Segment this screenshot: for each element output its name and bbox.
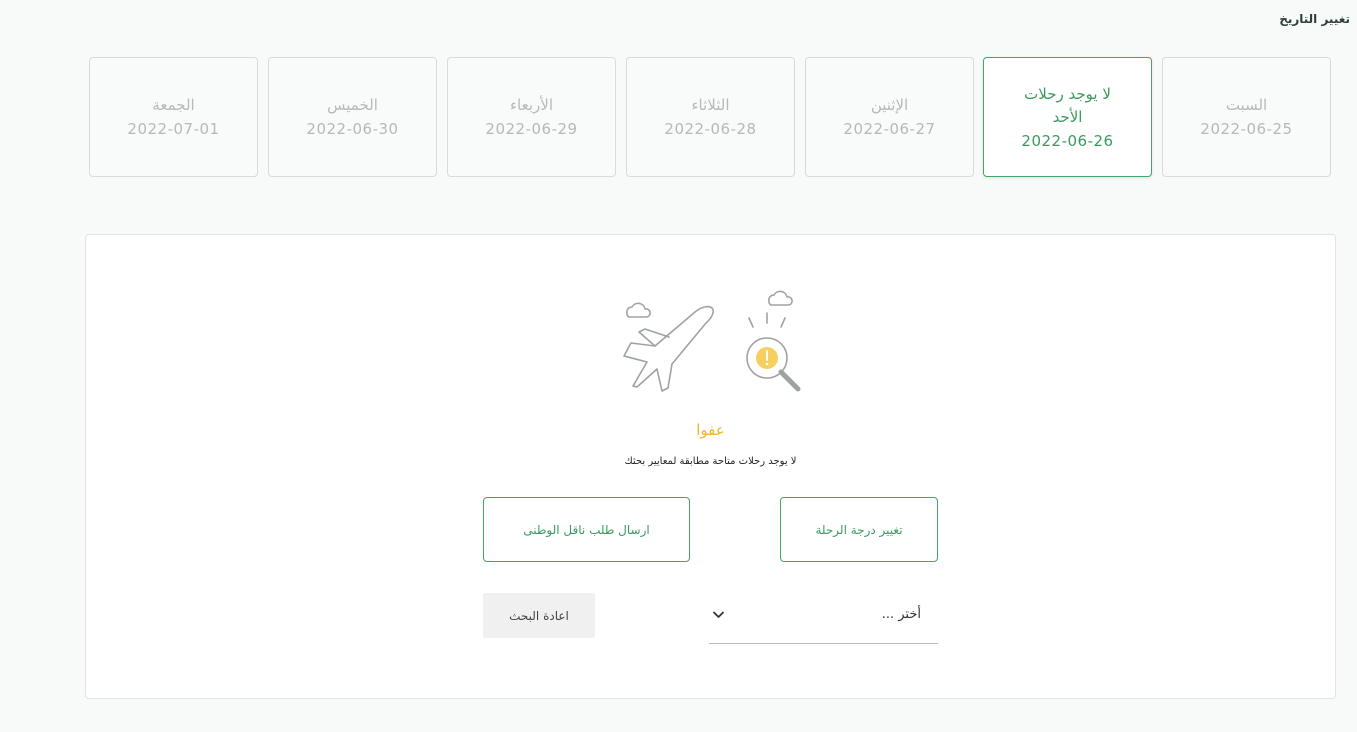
- page: تغيير التاريخ السبت 2022-06-25 لا يوجد ر…: [0, 0, 1357, 732]
- date-strip: السبت 2022-06-25 لا يوجد رحلات الأحد 202…: [89, 57, 1331, 178]
- plane-search-warning-icon: [623, 290, 801, 392]
- change-class-button[interactable]: تغيير درجة الرحلة: [780, 497, 938, 562]
- day-date: 2022-06-29: [485, 119, 578, 138]
- change-date-title: تغيير التاريخ: [1279, 12, 1350, 26]
- day-date: 2022-06-25: [1200, 119, 1293, 138]
- day-name: الثلاثاء: [691, 95, 730, 114]
- day-name: الإثنين: [870, 95, 909, 114]
- day-date: 2022-06-28: [664, 119, 757, 138]
- day-name: الأحد: [1052, 107, 1083, 126]
- day-date: 2022-06-30: [306, 119, 399, 138]
- day-card-saturday[interactable]: السبت 2022-06-25: [1162, 57, 1331, 177]
- day-card-thursday[interactable]: الخميس 2022-06-30: [268, 57, 437, 177]
- day-card-friday[interactable]: الجمعة 2022-07-01: [89, 57, 258, 177]
- day-card-wednesday[interactable]: الأربعاء 2022-06-29: [447, 57, 616, 177]
- select-placeholder: أختر ...: [881, 607, 921, 622]
- day-name: الخميس: [327, 95, 378, 114]
- day-card-monday[interactable]: الإثنين 2022-06-27: [805, 57, 974, 177]
- sorry-title: عفوا: [696, 421, 725, 439]
- no-results-message: لا يوجد رحلات متاحة مطابقة لمعايير بحثك: [624, 456, 797, 467]
- day-card-tuesday[interactable]: الثلاثاء 2022-06-28: [626, 57, 795, 177]
- day-date: 2022-06-27: [843, 119, 936, 138]
- no-results-panel: عفوا لا يوجد رحلات متاحة مطابقة لمعايير …: [85, 234, 1336, 699]
- day-name: الأربعاء: [510, 95, 554, 114]
- no-trips-note: لا يوجد رحلات: [1024, 84, 1111, 103]
- option-select[interactable]: أختر ...: [709, 592, 938, 644]
- day-name: الجمعة: [152, 95, 195, 114]
- day-name: السبت: [1225, 95, 1268, 114]
- national-carrier-request-button[interactable]: ارسال طلب ناقل الوطنى: [483, 497, 690, 562]
- day-card-sunday[interactable]: لا يوجد رحلات الأحد 2022-06-26: [983, 57, 1152, 177]
- day-date: 2022-07-01: [127, 119, 220, 138]
- reset-search-button[interactable]: اعادة البحث: [483, 593, 595, 638]
- day-date: 2022-06-26: [1021, 131, 1114, 150]
- chevron-down-icon: [713, 611, 724, 618]
